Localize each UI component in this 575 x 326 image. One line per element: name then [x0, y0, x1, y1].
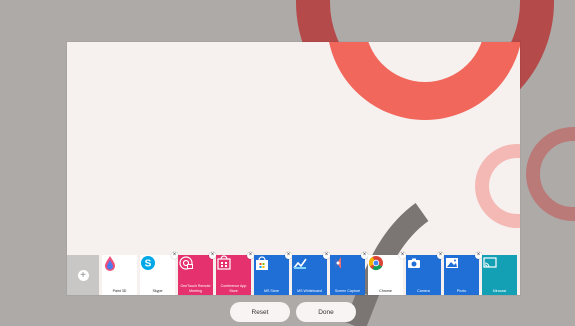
app-tile[interactable]: Miracast [482, 255, 517, 295]
paint3d-icon [105, 256, 128, 278]
app-tile[interactable]: Screen Capture × [330, 252, 368, 295]
close-icon[interactable]: × [285, 252, 292, 259]
close-icon[interactable]: × [247, 252, 254, 259]
whiteboard-icon [293, 258, 318, 278]
app-tile-label: Paint 3D [112, 288, 127, 293]
app-tile-label: OneTouch Remote Meeting [180, 284, 211, 293]
svg-text:S: S [145, 259, 152, 270]
app-tile-label: MS Store [264, 288, 279, 293]
app-store-icon [217, 255, 242, 278]
app-tile[interactable]: Camera × [406, 252, 444, 295]
screen-capture-icon [335, 257, 356, 278]
app-tile[interactable]: Paint 3D [102, 255, 137, 295]
close-icon[interactable]: × [323, 252, 330, 259]
close-icon[interactable]: × [475, 252, 482, 259]
app-tile[interactable]: MS Store × [254, 252, 292, 295]
photo-icon [446, 258, 470, 278]
app-tile[interactable]: Chrome × [368, 252, 406, 295]
skype-icon: S [141, 256, 166, 278]
chrome-icon [368, 256, 394, 278]
remote-meeting-icon [179, 256, 204, 278]
add-icon: + [77, 269, 89, 281]
app-tile-label: Photo [456, 288, 467, 293]
app-tile-label: Miracast [492, 288, 507, 293]
reset-button[interactable]: Reset [230, 302, 290, 322]
app-tile[interactable]: Conference App Store × [216, 252, 254, 295]
app-tile[interactable]: OneTouch Remote Meeting × [178, 252, 216, 295]
close-icon[interactable]: × [171, 252, 178, 259]
desktop-preview: + Paint 3D S Skype × OneTouch Remote Meeting… [67, 42, 520, 295]
background-ring-right [526, 127, 575, 221]
close-icon[interactable]: × [361, 252, 368, 259]
app-tile[interactable]: Photo × [444, 252, 482, 295]
app-tile[interactable]: S Skype × [140, 252, 178, 295]
app-tile-label: Conference App Store [220, 284, 247, 293]
miracast-icon [483, 257, 508, 278]
app-tile-label: Skype [152, 288, 163, 293]
close-icon[interactable]: × [399, 252, 406, 259]
done-button[interactable]: Done [296, 302, 356, 322]
app-tile-label: Chrome [379, 288, 392, 293]
ms-store-icon [256, 256, 280, 278]
app-tile-label: Screen Capture [334, 288, 361, 293]
app-tile-label: Camera [417, 288, 430, 293]
app-tile[interactable]: MS Whiteboard × [292, 252, 330, 295]
taskbar: + Paint 3D S Skype × OneTouch Remote Meeting… [67, 252, 520, 295]
add-app-tile[interactable]: + [67, 255, 99, 295]
close-icon[interactable]: × [437, 252, 444, 259]
close-icon[interactable]: × [209, 252, 216, 259]
app-tile-label: MS Whiteboard [297, 288, 322, 293]
camera-icon [408, 258, 432, 278]
